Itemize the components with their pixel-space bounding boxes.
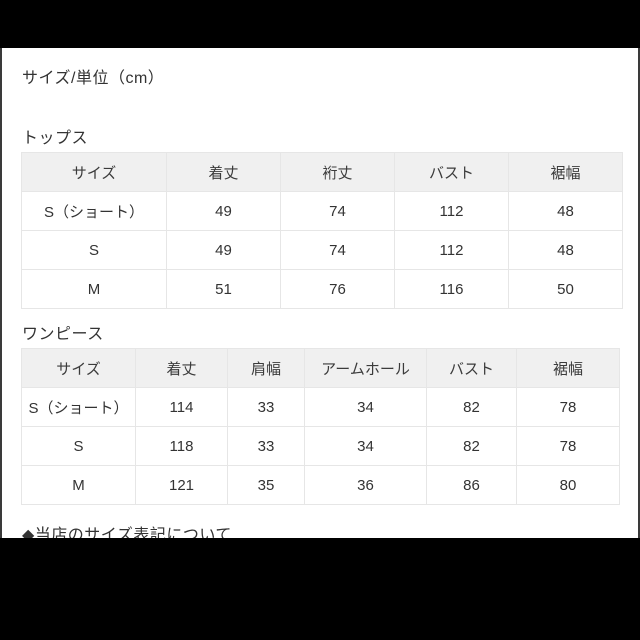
cell-length: 114 [135, 387, 228, 427]
dress-size-table: サイズ 着丈 肩幅 アームホール バスト 裾幅 S（ショート） 114 33 3… [21, 348, 620, 505]
column-header-size: サイズ [21, 348, 136, 388]
table-row: M 51 76 116 50 [21, 269, 623, 309]
cell-size: S（ショート） [21, 191, 167, 231]
column-header-armhole: アームホール [304, 348, 427, 388]
cell-sleeve: 74 [280, 230, 395, 270]
letterbox-top [0, 0, 640, 48]
cell-size: S [21, 230, 167, 270]
cell-hem: 78 [516, 426, 620, 466]
cell-hem: 48 [508, 230, 623, 270]
cell-length: 118 [135, 426, 228, 466]
cell-armhole: 36 [304, 465, 427, 505]
table-row: S 49 74 112 48 [21, 230, 623, 270]
column-header-hem: 裾幅 [508, 152, 623, 192]
cell-bust: 86 [426, 465, 517, 505]
section-title-dress: ワンピース [22, 326, 104, 343]
cell-bust: 82 [426, 387, 517, 427]
cell-hem: 50 [508, 269, 623, 309]
column-header-shoulder: 肩幅 [227, 348, 305, 388]
cell-bust: 116 [394, 269, 509, 309]
cell-length: 51 [166, 269, 281, 309]
cell-length: 49 [166, 230, 281, 270]
cell-size: M [21, 269, 167, 309]
cell-shoulder: 35 [227, 465, 305, 505]
column-header-bust: バスト [426, 348, 517, 388]
cell-shoulder: 33 [227, 387, 305, 427]
screenshot-root: サイズ/単位（cm） トップス サイズ 着丈 裄丈 バスト 裾幅 S（ショート）… [0, 0, 640, 640]
size-chart-card: サイズ/単位（cm） トップス サイズ 着丈 裄丈 バスト 裾幅 S（ショート）… [0, 48, 640, 538]
column-header-hem: 裾幅 [516, 348, 620, 388]
page-title: サイズ/単位（cm） [22, 70, 165, 87]
cell-length: 49 [166, 191, 281, 231]
table-row: S 118 33 34 82 78 [21, 426, 620, 466]
column-header-bust: バスト [394, 152, 509, 192]
column-header-length: 着丈 [135, 348, 228, 388]
cell-hem: 80 [516, 465, 620, 505]
cell-sleeve: 76 [280, 269, 395, 309]
table-row: M 121 35 36 86 80 [21, 465, 620, 505]
cell-shoulder: 33 [227, 426, 305, 466]
cell-bust: 82 [426, 426, 517, 466]
table-header-row: サイズ 着丈 肩幅 アームホール バスト 裾幅 [21, 348, 620, 388]
cell-bust: 112 [394, 191, 509, 231]
cell-armhole: 34 [304, 426, 427, 466]
letterbox-bottom [0, 538, 640, 640]
column-header-sleeve: 裄丈 [280, 152, 395, 192]
column-header-length: 着丈 [166, 152, 281, 192]
table-row: S（ショート） 49 74 112 48 [21, 191, 623, 231]
cell-size: S [21, 426, 136, 466]
footer-note: ◆当店のサイズ表記について [22, 527, 232, 538]
table-row: S（ショート） 114 33 34 82 78 [21, 387, 620, 427]
column-header-size: サイズ [21, 152, 167, 192]
cell-length: 121 [135, 465, 228, 505]
table-header-row: サイズ 着丈 裄丈 バスト 裾幅 [21, 152, 623, 192]
cell-hem: 48 [508, 191, 623, 231]
cell-hem: 78 [516, 387, 620, 427]
section-title-tops: トップス [22, 130, 89, 147]
tops-size-table: サイズ 着丈 裄丈 バスト 裾幅 S（ショート） 49 74 112 48 S [21, 152, 623, 309]
cell-bust: 112 [394, 230, 509, 270]
cell-size: M [21, 465, 136, 505]
cell-armhole: 34 [304, 387, 427, 427]
cell-sleeve: 74 [280, 191, 395, 231]
cell-size: S（ショート） [21, 387, 136, 427]
